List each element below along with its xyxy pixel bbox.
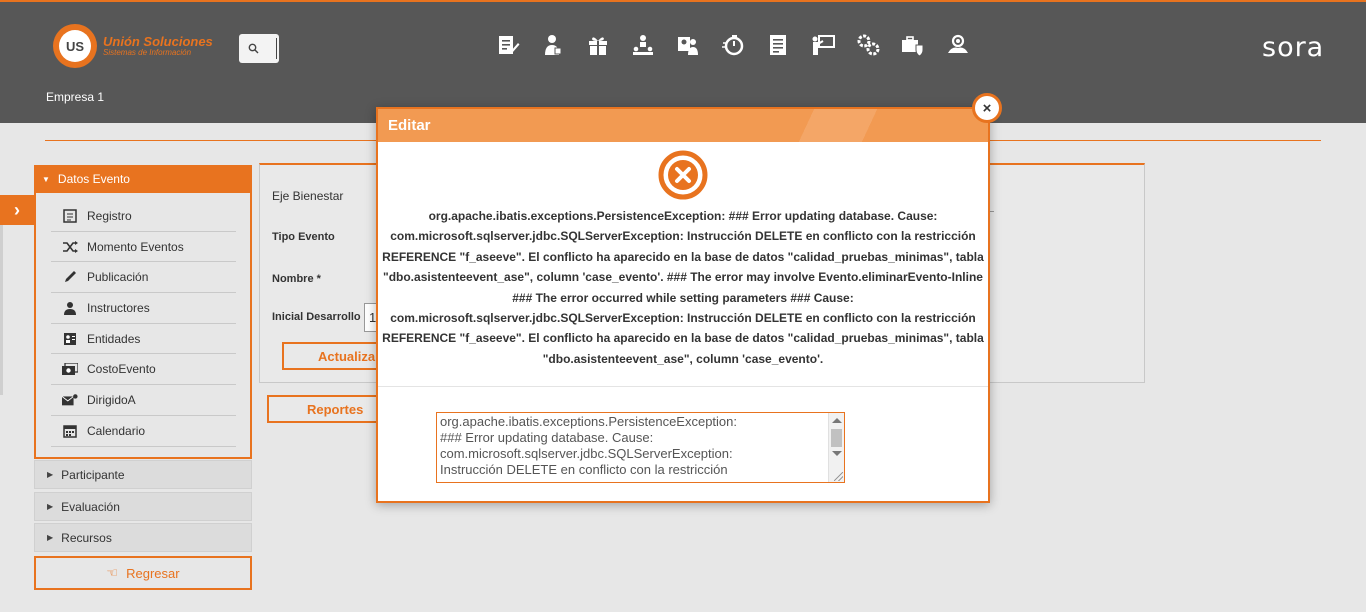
scroll-up-icon — [832, 418, 842, 423]
menu-header-recursos[interactable]: ▶ Recursos — [34, 523, 252, 552]
label-inicial-desarrollo: Inicial Desarrollo — [272, 311, 361, 323]
regresar-label: Regresar — [126, 565, 180, 581]
error-message: org.apache.ibatis.exceptions.Persistence… — [382, 209, 984, 366]
scroll-down-icon — [832, 451, 842, 456]
chevron-right-icon: › — [14, 199, 20, 220]
menu-list: Registro Momento Eventos Publicación Ins… — [34, 193, 252, 459]
event-menu: ▼ Datos Evento Registro Momento Eventos … — [34, 165, 252, 459]
search-button[interactable] — [239, 34, 279, 63]
scroll-thumb[interactable] — [831, 429, 842, 447]
menu-header-label: Datos Evento — [57, 172, 130, 186]
menu-header-label: Participante — [61, 467, 125, 482]
user-person-icon[interactable] — [539, 31, 567, 59]
entity-icon — [62, 331, 78, 347]
menu-item-label: Momento Eventos — [87, 239, 184, 254]
menu-item-dirigido-a[interactable]: DirigidoA — [51, 385, 236, 416]
label-tipo-evento: Tipo Evento — [272, 231, 335, 243]
actualizar-button[interactable]: Actualiza — [282, 342, 382, 370]
menu-item-instructores[interactable]: Instructores — [51, 293, 236, 324]
resize-grip-icon[interactable] — [834, 472, 843, 481]
company-name: Empresa 1 — [46, 90, 105, 104]
caret-right-icon: ▶ — [47, 533, 54, 542]
menu-item-registro[interactable]: Registro — [51, 201, 236, 232]
side-toggle-button[interactable]: › — [0, 195, 34, 225]
menu-header-label: Evaluación — [61, 499, 120, 514]
menu-item-costo-evento[interactable]: CostoEvento — [51, 354, 236, 386]
caret-right-icon: ▶ — [47, 470, 54, 479]
error-icon — [658, 150, 708, 200]
dialog-divider — [378, 386, 988, 387]
caret-right-icon: ▶ — [47, 502, 54, 511]
menu-item-label: Entidades — [87, 331, 141, 346]
error-details-textarea[interactable]: org.apache.ibatis.exceptions.Persistence… — [436, 412, 845, 483]
field-underline — [990, 211, 994, 212]
menu-item-publicacion[interactable]: Publicación — [51, 262, 236, 294]
shuffle-icon — [62, 239, 78, 255]
menu-header-evaluacion[interactable]: ▶ Evaluación — [34, 492, 252, 521]
user-card-icon[interactable] — [674, 31, 702, 59]
hierarchy-icon[interactable] — [629, 31, 657, 59]
menu-item-entidades[interactable]: Entidades — [51, 324, 236, 355]
menu-item-label: DirigidoA — [87, 392, 136, 407]
hand-point-icon: ☜ — [106, 565, 119, 580]
medal-group-icon[interactable] — [944, 31, 972, 59]
company-logo[interactable]: US Unión Soluciones Sistemas de Informac… — [53, 24, 213, 68]
label-nombre: Nombre * — [272, 273, 321, 285]
menu-header-datos-evento[interactable]: ▼ Datos Evento — [34, 165, 252, 193]
pen-icon — [62, 269, 78, 285]
logo-mark-text: US — [59, 30, 91, 62]
menu-item-label: Registro — [87, 208, 132, 223]
menu-header-participante[interactable]: ▶ Participante — [34, 460, 252, 489]
menu-header-label: Recursos — [61, 530, 112, 545]
logo-mark: US — [53, 24, 97, 68]
side-panel-edge — [0, 225, 3, 395]
logo-subtitle: Sistemas de Información — [103, 48, 192, 57]
gears-icon[interactable] — [854, 31, 882, 59]
top-bar: US Unión Soluciones Sistemas de Informac… — [0, 0, 1366, 123]
caret-down-icon: ▼ — [42, 174, 50, 184]
dialog-header: Editar — [378, 109, 988, 142]
mail-icon — [62, 392, 78, 408]
error-details-text: org.apache.ibatis.exceptions.Persistence… — [440, 414, 738, 477]
menu-item-calendario[interactable]: Calendario — [51, 416, 236, 447]
dialog-title: Editar — [388, 117, 431, 134]
user-icon — [62, 300, 78, 316]
menu-item-label: CostoEvento — [87, 362, 156, 377]
presentation-icon[interactable] — [809, 31, 837, 59]
label-eje-bienestar: Eje Bienestar — [272, 189, 344, 203]
menu-item-momento-eventos[interactable]: Momento Eventos — [51, 232, 236, 263]
brand-logo: sora — [1262, 32, 1325, 63]
menu-item-label: Publicación — [87, 270, 149, 285]
reportes-button[interactable]: Reportes — [267, 395, 382, 423]
close-icon: × — [982, 99, 992, 117]
menu-item-label: Calendario — [87, 423, 146, 438]
module-nav — [494, 31, 972, 59]
list-document-icon[interactable] — [764, 31, 792, 59]
registro-icon — [62, 208, 78, 224]
money-icon — [62, 361, 78, 377]
search-icon — [248, 43, 259, 54]
edit-error-dialog: Editar org.apache.ibatis.exceptions.Pers… — [376, 107, 990, 503]
stopwatch-icon[interactable] — [719, 31, 747, 59]
document-edit-icon[interactable] — [494, 31, 522, 59]
calendar-icon — [62, 423, 78, 439]
close-dialog-button[interactable]: × — [972, 93, 1002, 123]
logo-title: Unión Soluciones — [103, 34, 213, 49]
briefcase-shield-icon[interactable] — [899, 31, 927, 59]
menu-item-label: Instructores — [87, 300, 150, 315]
regresar-button[interactable]: ☜ Regresar — [34, 556, 252, 590]
gift-icon[interactable] — [584, 31, 612, 59]
